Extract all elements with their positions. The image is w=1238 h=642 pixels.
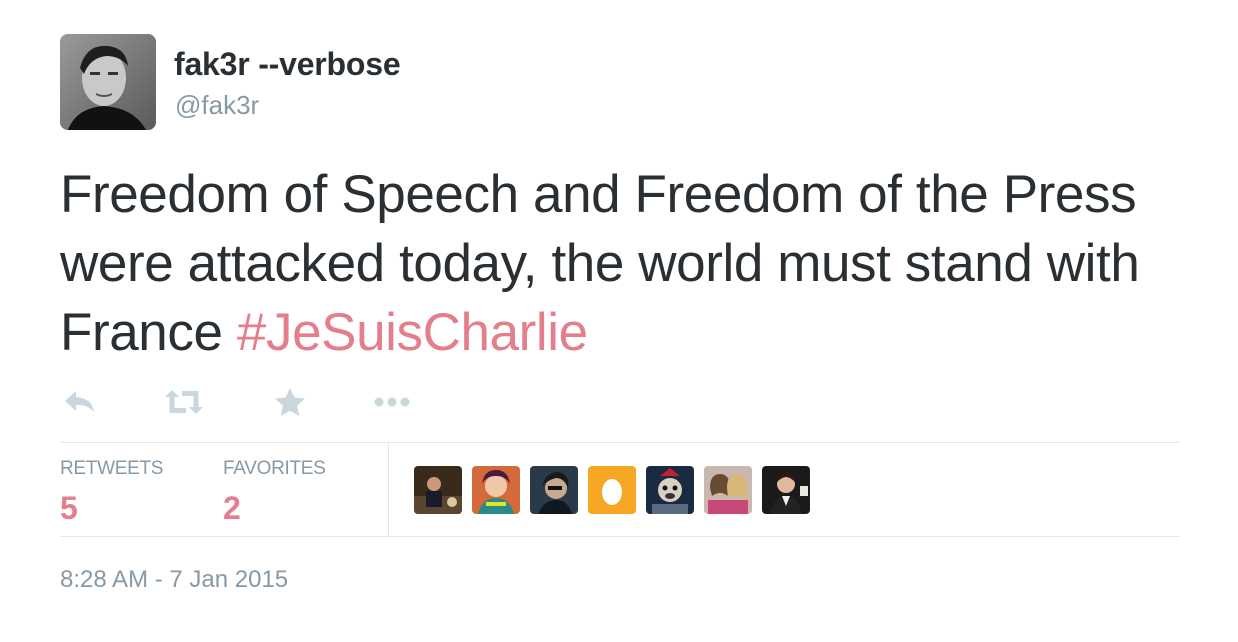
stats-divider-vertical	[388, 443, 389, 536]
favoriter-avatar[interactable]	[472, 466, 520, 514]
favoriter-avatar[interactable]	[704, 466, 752, 514]
tweet-text: Freedom of Speech and Freedom of the Pre…	[60, 160, 1180, 367]
author-display-name[interactable]: fak3r --verbose	[174, 46, 401, 83]
retweet-button[interactable]	[164, 384, 204, 420]
more-button[interactable]	[372, 384, 412, 420]
favoriter-avatar[interactable]	[414, 466, 462, 514]
tweet-timestamp[interactable]: 8:28 AM - 7 Jan 2015	[60, 566, 288, 594]
author-handle[interactable]: @fak3r	[175, 90, 259, 121]
favorites-count: 2	[223, 490, 241, 526]
favorites-label: FAVORITES	[223, 458, 326, 479]
favorite-button[interactable]	[270, 384, 310, 420]
favoriter-avatar[interactable]	[530, 466, 578, 514]
retweets-count: 5	[60, 490, 78, 526]
reply-icon	[65, 391, 94, 412]
retweet-icon	[165, 390, 203, 414]
reply-button[interactable]	[60, 384, 100, 420]
stats-divider-top	[60, 442, 1180, 443]
hashtag-link[interactable]: #JeSuisCharlie	[237, 303, 588, 362]
retweets-stat[interactable]: RETWEETS 5	[60, 458, 163, 527]
more-icon	[374, 397, 410, 407]
favoriter-avatar[interactable]	[646, 466, 694, 514]
author-avatar[interactable]	[60, 34, 156, 130]
favoriter-avatar[interactable]	[762, 466, 810, 514]
tweet-body: Freedom of Speech and Freedom of the Pre…	[60, 165, 1140, 362]
stats-divider-bottom	[60, 536, 1180, 537]
favorite-icon	[275, 388, 305, 416]
favorites-stat[interactable]: FAVORITES 2	[223, 458, 326, 527]
retweets-label: RETWEETS	[60, 458, 164, 479]
tweet-card: fak3r --verbose @fak3r Freedom of Speech…	[0, 0, 1238, 642]
favoriter-avatar-default-egg[interactable]	[588, 466, 636, 514]
